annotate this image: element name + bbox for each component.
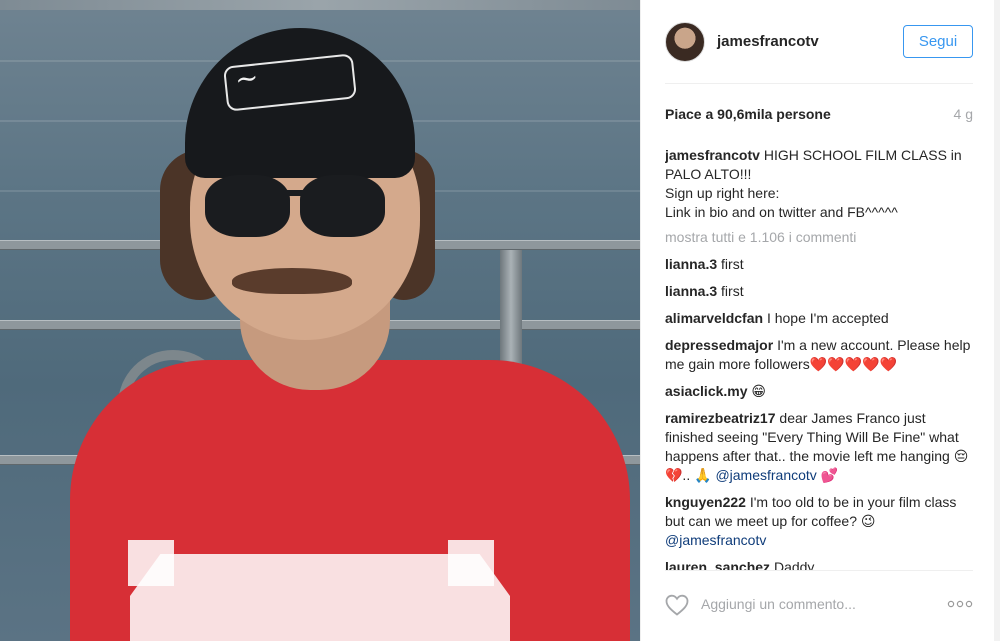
comment-username[interactable]: lianna.3 [665,256,717,272]
sunglasses-bridge [285,190,305,196]
avatar[interactable] [665,22,705,62]
comment-item: depressedmajor I'm a new account. Please… [665,336,975,374]
view-all-comments-link[interactable]: mostra tutti e 1.106 i commenti [665,228,975,247]
comment-username[interactable]: knguyen222 [665,494,746,510]
comment-item: lianna.3 first [665,282,975,301]
add-comment-input[interactable] [701,592,931,616]
cap-logo-text: ~ [232,60,261,97]
comment-text: Daddy [773,559,815,570]
comment-item: lianna.3 first [665,255,975,274]
comment-username[interactable]: ramirezbeatriz17 [665,410,776,426]
more-options-icon[interactable] [947,600,973,608]
comment-list[interactable]: jamesfrancotv HIGH SCHOOL FILM CLASS in … [665,146,975,570]
comment-text: I hope I'm accepted [766,310,889,326]
post-header: jamesfrancotv Segui [641,0,1000,84]
divider [665,570,973,571]
post-photo: ~ [0,0,640,641]
comment-item: asiaclick.my 😁 [665,382,975,401]
comment-text: 😁 [751,383,767,399]
sunglasses-lens [300,175,385,237]
comment-text: first [721,283,744,299]
follow-button[interactable]: Segui [903,25,973,58]
heart-icon[interactable] [665,594,689,616]
comment-suffix: 💕 [820,467,839,483]
comment-item: knguyen222 I'm too old to be in your fil… [665,493,975,550]
mention-link[interactable]: @jamesfrancotv [715,467,816,483]
sunglasses-lens [205,175,290,237]
post-sidebar: jamesfrancotv Segui Piace a 90,6mila per… [640,0,1000,641]
comment-username[interactable]: asiaclick.my [665,383,748,399]
divider [665,83,973,84]
person: ~ [0,0,640,641]
mention-link[interactable]: @jamesfrancotv [665,532,766,548]
caption: jamesfrancotv HIGH SCHOOL FILM CLASS in … [665,146,975,222]
post-time[interactable]: 4 g [954,106,973,122]
shirt-badge [128,540,174,586]
comment-item: alimarveldcfan I hope I'm accepted [665,309,975,328]
comment-item: lauren_sanchez Daddy [665,558,975,570]
caption-username[interactable]: jamesfrancotv [665,147,760,163]
shirt-badge [448,540,494,586]
comment-username[interactable]: depressedmajor [665,337,773,353]
comment-item: ramirezbeatriz17 dear James Franco just … [665,409,975,485]
comment-username[interactable]: alimarveldcfan [665,310,763,326]
add-comment-row [665,586,973,622]
scrollbar[interactable] [994,0,1000,641]
comment-username[interactable]: lianna.3 [665,283,717,299]
mustache [232,268,352,294]
comment-username[interactable]: lauren_sanchez [665,559,770,570]
likes-row: Piace a 90,6mila persone 4 g [665,106,973,126]
likes-count[interactable]: Piace a 90,6mila persone [665,106,831,122]
username-link[interactable]: jamesfrancotv [717,33,819,50]
comment-text: first [721,256,744,272]
